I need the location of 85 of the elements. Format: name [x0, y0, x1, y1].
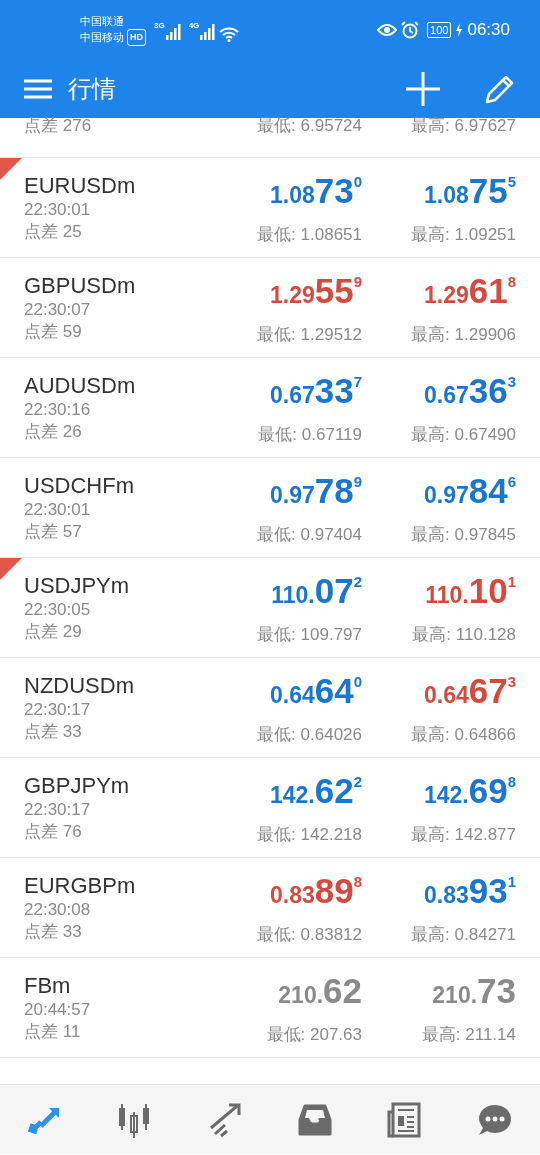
charging-icon: [455, 23, 464, 37]
carrier-label: 中国移动: [80, 30, 124, 45]
bid-price: 1.2955$^{9}$: [269, 271, 362, 312]
symbol-name: USDJPYm: [24, 573, 131, 599]
hd-badge: HD: [127, 29, 146, 46]
bid-price: 1.0873$^{0}$: [269, 171, 362, 212]
ask-price: 1.2961$^{8}$: [423, 271, 516, 312]
low-price: 最低: 6.95724: [257, 116, 362, 135]
quote-time: 22:30:16: [24, 399, 92, 421]
quote-time: 22:30:01: [24, 199, 92, 221]
bid-price: 142.62$^{2}$: [269, 771, 362, 812]
trend-arrow-icon[interactable]: [207, 1101, 243, 1138]
low-price: 最低: 0.64026: [257, 724, 362, 746]
symbol-name: USDCHFm: [24, 473, 135, 499]
ask-price: 0.6736$^{3}$: [423, 371, 516, 412]
ask-price: 0.6467$^{3}$: [423, 671, 516, 712]
quote-time: 22:30:17: [24, 699, 92, 721]
spread-label: 点差 11: [24, 1021, 82, 1043]
newspaper-icon[interactable]: [387, 1101, 423, 1138]
spread-label: 点差 33: [24, 921, 83, 943]
symbol-name: NZDUSDm: [24, 673, 135, 699]
signal-icon: [164, 24, 181, 40]
high-price: 最高: 0.97845: [411, 524, 516, 546]
symbol-name: FBm: [24, 973, 72, 999]
ask-price: 1.0875$^{5}$: [423, 171, 516, 212]
spread-label: 点差 29: [24, 621, 83, 643]
signal-icon: [199, 24, 216, 40]
quote-time: 20:44:57: [24, 999, 92, 1021]
high-price: 最高: 0.84271: [411, 924, 516, 946]
carrier-label: 中国联通: [80, 14, 125, 29]
low-price: 最低: 0.97404: [257, 524, 362, 546]
high-price: 最高: 142.877: [411, 824, 516, 846]
battery-icon: 100: [427, 22, 452, 38]
bid-price: 110.07$^{2}$: [271, 571, 362, 612]
high-price: 最高: 211.14: [421, 1024, 516, 1046]
alarm-icon: [401, 21, 420, 39]
quote-time: 22:30:17: [24, 799, 92, 821]
low-price: 最低: 207.63: [266, 1024, 362, 1046]
network-label: 4G: [188, 20, 200, 32]
low-price: 最低: 142.218: [257, 824, 362, 846]
ask-price: 110.10$^{1}$: [425, 571, 516, 612]
spread-label: 点差 57: [24, 521, 83, 543]
low-price: 最低: 1.08651: [257, 224, 362, 246]
low-price: 最低: 109.797: [257, 624, 362, 646]
eye-icon: [377, 23, 398, 37]
clock: 06:30: [467, 19, 510, 42]
symbol-name: AUDUSDm: [24, 373, 137, 399]
symbol-name: GBPJPYm: [24, 773, 131, 799]
edit-icon[interactable]: [484, 73, 516, 105]
wifi-icon: [219, 26, 240, 42]
spread-label: 点差 25: [24, 221, 83, 243]
quote-time: 22:30:01: [24, 499, 92, 521]
bid-price: 210.62: [278, 971, 362, 1012]
ask-price: 142.69$^{8}$: [423, 771, 516, 812]
high-price: 最高: 6.97627: [411, 116, 516, 135]
high-price: 最高: 0.67490: [411, 424, 516, 446]
spread-label: 点差 26: [24, 421, 83, 443]
low-price: 最低: 0.67119: [258, 424, 362, 446]
high-price: 最高: 1.09251: [411, 224, 516, 246]
high-price: 最高: 1.29906: [411, 324, 516, 346]
low-price: 最低: 1.29512: [257, 324, 362, 346]
high-price: 最高: 110.128: [412, 624, 516, 646]
quote-time: 22:30:07: [24, 299, 92, 321]
symbol-name: GBPUSDm: [24, 273, 137, 299]
bid-price: 0.8389$^{8}$: [269, 871, 362, 912]
bid-price: 0.9778$^{9}$: [269, 471, 362, 512]
spread-label: 点差 276: [24, 116, 92, 135]
quote-time: 22:30:08: [24, 899, 92, 921]
add-icon[interactable]: [406, 72, 440, 106]
quote-time: 22:30:05: [24, 599, 92, 621]
spread-label: 点差 33: [24, 721, 83, 743]
network-label: 3G: [154, 20, 165, 32]
menu-icon[interactable]: [24, 79, 52, 99]
ask-price: 0.9784$^{6}$: [423, 471, 516, 512]
ask-price: 0.8393$^{1}$: [423, 871, 516, 912]
spread-label: 点差 76: [24, 821, 83, 843]
bid-price: 0.6464$^{0}$: [269, 671, 362, 712]
high-price: 最高: 0.64866: [411, 724, 516, 746]
ask-price: 210.73: [432, 971, 516, 1012]
low-price: 最低: 0.83812: [257, 924, 362, 946]
bid-price: 0.6733$^{7}$: [269, 371, 362, 412]
symbol-name: EURGBPm: [24, 873, 137, 899]
screen-title: 行情: [68, 74, 116, 104]
spread-label: 点差 59: [24, 321, 83, 343]
symbol-name: EURUSDm: [24, 173, 137, 199]
